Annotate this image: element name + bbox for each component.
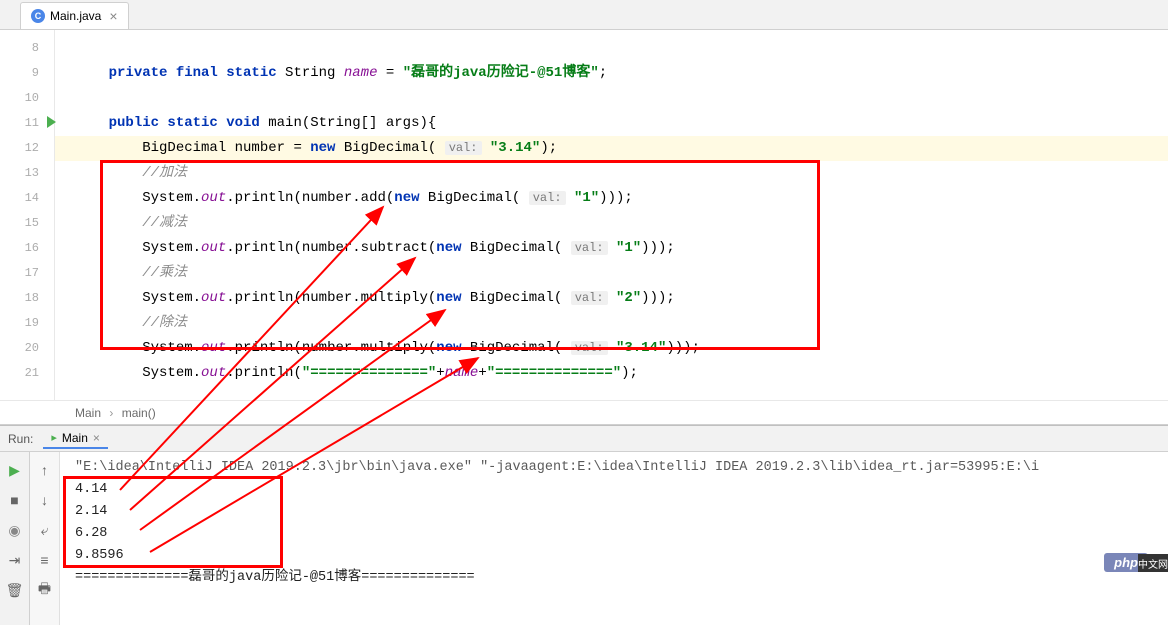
- console-line: 2.14: [75, 501, 1153, 523]
- console-line: 6.28: [75, 523, 1153, 545]
- cn-badge: 中文网: [1138, 554, 1168, 572]
- trash-icon[interactable]: 🗑: [5, 580, 25, 600]
- run-header: Run: ▸ Main ×: [0, 426, 1168, 452]
- run-toolbar-inner: ↑ ↓ ⤶ ≡ 🖶: [30, 452, 60, 625]
- line-number: 8: [0, 36, 54, 61]
- console-line: ==============磊哥的java历险记-@51博客==========…: [75, 567, 1153, 589]
- chevron-right-icon: ›: [109, 406, 113, 420]
- console-line: 9.8596: [75, 545, 1153, 567]
- console-output[interactable]: "E:\idea\IntelliJ IDEA 2019.2.3\jbr\bin\…: [60, 452, 1168, 625]
- close-icon[interactable]: ×: [93, 431, 100, 445]
- line-number: 19: [0, 311, 54, 336]
- tab-title: Main.java: [50, 9, 101, 23]
- stop-icon[interactable]: ■: [5, 490, 25, 510]
- line-number: 20: [0, 336, 54, 361]
- rerun-icon[interactable]: ▶: [5, 460, 25, 480]
- line-number: 14: [0, 186, 54, 211]
- line-number: 9: [0, 61, 54, 86]
- java-class-icon: C: [31, 9, 45, 23]
- line-number: 17: [0, 261, 54, 286]
- close-icon[interactable]: ×: [109, 8, 117, 24]
- run-status-icon: ▸: [51, 431, 57, 444]
- editor-tab-bar: C Main.java ×: [0, 0, 1168, 30]
- wrap-icon[interactable]: ⤶: [35, 520, 55, 540]
- exit-icon[interactable]: ⇥: [5, 550, 25, 570]
- line-gutter: 8 9 10 11 12 13 14 15 16 17 18 19 20 21: [0, 30, 55, 400]
- dump-icon[interactable]: ◉: [5, 520, 25, 540]
- console-command: "E:\idea\IntelliJ IDEA 2019.2.3\jbr\bin\…: [75, 457, 1153, 479]
- file-tab[interactable]: C Main.java ×: [20, 2, 129, 29]
- line-number: 15: [0, 211, 54, 236]
- run-label: Run:: [8, 432, 33, 446]
- run-tab-name: Main: [62, 431, 88, 445]
- line-number: 16: [0, 236, 54, 261]
- breadcrumb-class[interactable]: Main: [75, 406, 101, 420]
- up-icon[interactable]: ↑: [35, 460, 55, 480]
- breadcrumb-method[interactable]: main(): [122, 406, 156, 420]
- line-number: 12: [0, 136, 54, 161]
- console-line: 4.14: [75, 479, 1153, 501]
- line-number: 13: [0, 161, 54, 186]
- line-number: 10: [0, 86, 54, 111]
- run-config-tab[interactable]: ▸ Main ×: [43, 429, 108, 449]
- run-toolbar-left: ▶ ■ ◉ ⇥ 🗑: [0, 452, 30, 625]
- line-number: 18: [0, 286, 54, 311]
- breadcrumb[interactable]: Main › main(): [0, 400, 1168, 425]
- down-icon[interactable]: ↓: [35, 490, 55, 510]
- run-body: ▶ ■ ◉ ⇥ 🗑 ↑ ↓ ⤶ ≡ 🖶 "E:\idea\IntelliJ ID…: [0, 452, 1168, 625]
- scroll-icon[interactable]: ≡: [35, 550, 55, 570]
- code-content[interactable]: private final static String name = "磊哥的j…: [55, 30, 1168, 400]
- line-number: 21: [0, 361, 54, 386]
- code-editor[interactable]: 8 9 10 11 12 13 14 15 16 17 18 19 20 21 …: [0, 30, 1168, 400]
- line-number: 11: [0, 111, 54, 136]
- print-icon[interactable]: 🖶: [35, 580, 55, 600]
- run-panel: Run: ▸ Main × ▶ ■ ◉ ⇥ 🗑 ↑ ↓ ⤶ ≡ 🖶 "E:\id…: [0, 425, 1168, 625]
